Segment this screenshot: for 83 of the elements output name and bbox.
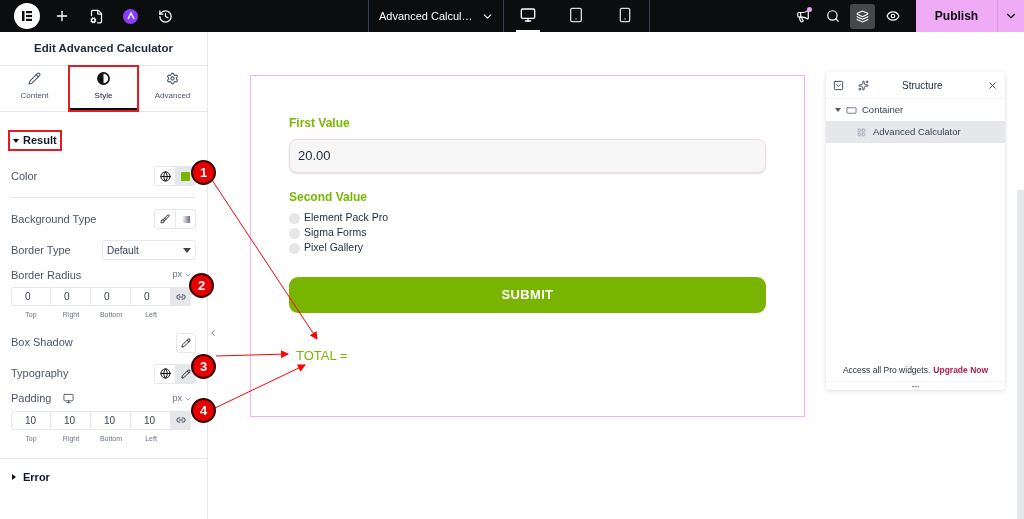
history-icon[interactable]: [158, 8, 173, 24]
dimension-input[interactable]: 10: [11, 410, 51, 430]
radio-button[interactable]: [289, 227, 300, 239]
annotation-marker: 3: [191, 354, 216, 379]
first-value-input[interactable]: 20.00: [289, 139, 766, 173]
panel-title: Edit Advanced Calculator: [33, 40, 174, 56]
panel-tab[interactable]: Advanced: [138, 66, 207, 111]
link-button[interactable]: [171, 410, 191, 430]
radio-option[interactable]: Element Pack Pro: [289, 211, 766, 225]
preview-icon[interactable]: [886, 9, 900, 23]
brush-icon: [160, 214, 170, 224]
field-label: First Value: [289, 115, 351, 132]
radio-button[interactable]: [289, 212, 300, 224]
field-label: Second Value: [289, 189, 369, 206]
layers-icon: [856, 9, 869, 23]
collapse-icon[interactable]: [208, 328, 218, 338]
control-label: Padding: [11, 391, 52, 407]
total-text: TOTAL =: [296, 347, 348, 365]
dimension-input[interactable]: 0: [51, 287, 91, 306]
link-button[interactable]: [171, 287, 191, 306]
background-type-control[interactable]: [154, 209, 196, 229]
logo-icon[interactable]: [14, 3, 40, 29]
panel-tab[interactable]: Content: [0, 66, 69, 111]
contrast-icon: [97, 72, 110, 85]
gradient-icon: [181, 215, 190, 223]
tree-item[interactable]: Advanced Calculator: [826, 121, 1005, 143]
unit-selector[interactable]: px: [172, 268, 192, 282]
caret-icon: [11, 473, 17, 480]
radio-option[interactable]: Pixel Gallery: [289, 241, 766, 255]
gear-icon: [166, 72, 179, 85]
control-label: Typography: [11, 366, 69, 382]
publish-button[interactable]: Publish: [916, 0, 997, 32]
widget-icon: [857, 127, 866, 137]
unit-selector[interactable]: px: [172, 391, 192, 406]
color-swatch: [181, 171, 190, 181]
radio-option[interactable]: Sigma Forms: [289, 226, 766, 240]
link-icon: [175, 291, 186, 302]
control-label: Background Type: [11, 211, 97, 227]
upgrade-link[interactable]: Upgrade Now: [933, 363, 989, 377]
control-label: Color: [11, 168, 38, 184]
megaphone-icon[interactable]: [796, 9, 810, 23]
chevron-down-icon: [184, 271, 192, 279]
radio-button[interactable]: [289, 242, 300, 254]
pencil-icon: [181, 337, 191, 348]
caret-icon: [835, 107, 841, 113]
panel-tab[interactable]: Style: [69, 66, 138, 111]
dimension-input[interactable]: 10: [51, 410, 91, 430]
add-icon[interactable]: [54, 8, 70, 24]
dimension-input[interactable]: 10: [91, 410, 131, 430]
control-label: Border Radius: [11, 267, 82, 283]
globe-icon: [159, 368, 171, 379]
dimension-input[interactable]: 0: [11, 287, 51, 306]
globe-icon: [159, 170, 171, 182]
structure-button[interactable]: [850, 3, 875, 29]
container-icon: [846, 104, 857, 116]
sparkle-icon[interactable]: [858, 79, 869, 91]
tablet-icon: [568, 7, 585, 23]
app-badge-icon[interactable]: [123, 8, 138, 24]
pencil-icon: [180, 368, 191, 379]
pencil-icon: [28, 72, 41, 85]
structure-title: Structure: [902, 78, 943, 93]
dropdown-caret-icon: [183, 247, 191, 253]
document-title-dropdown[interactable]: Advanced Calcul…: [369, 0, 503, 32]
border-type-select[interactable]: Default: [102, 240, 196, 260]
dimension-input[interactable]: 0: [91, 287, 131, 306]
section-header[interactable]: Result: [8, 130, 62, 151]
drag-handle-icon[interactable]: [911, 382, 920, 391]
color-control[interactable]: [154, 166, 196, 186]
section-header[interactable]: Error: [11, 468, 50, 485]
promo-text: Access all Pro widgets.: [842, 363, 931, 377]
annotation-marker: 4: [191, 398, 216, 423]
link-icon: [175, 415, 186, 425]
search-icon[interactable]: [826, 9, 840, 23]
typography-control[interactable]: [154, 363, 196, 384]
control-label: Box Shadow: [11, 335, 73, 351]
close-icon[interactable]: [987, 79, 998, 91]
edit-button[interactable]: [176, 332, 196, 353]
tree-item[interactable]: Container: [826, 99, 1005, 121]
collapse-all-icon[interactable]: [833, 79, 844, 91]
desktop-icon: [520, 7, 537, 23]
control-label: Border Type: [11, 242, 71, 258]
caret-icon: [13, 137, 19, 144]
page-settings-icon[interactable]: [89, 8, 104, 24]
